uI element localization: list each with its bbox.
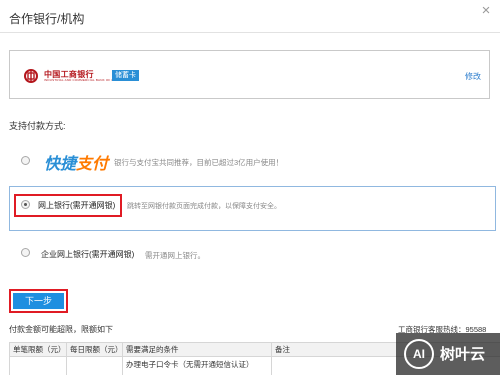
- quickpay-logo-part2: 支付: [76, 156, 109, 173]
- quickpay-logo-part1: 快捷: [44, 156, 77, 173]
- next-button-highlight: 下一步: [9, 289, 68, 313]
- payment-methods-label: 支持付款方式:: [9, 121, 66, 131]
- corporate-banking-label: 企业网上银行(需开通网银): [41, 250, 135, 259]
- corporate-banking-description: 需开通网上银行。: [145, 251, 205, 260]
- quickpay-logo: 快捷支付: [44, 150, 108, 174]
- selected-bank-card: 中国工商银行 INDUSTRIAL AND COMMERCIAL BANK OF…: [9, 50, 490, 99]
- table-cell: 办理电子口令卡（无需开通短信认证）: [122, 356, 272, 375]
- limit-note: 付款金额可能超限，限额如下: [9, 325, 113, 334]
- icbc-logo-icon: [24, 69, 38, 83]
- header-single-limit: 单笔限额（元）: [9, 342, 67, 357]
- bank-english-name: INDUSTRIAL AND COMMERCIAL BANK OF CHINA: [44, 78, 122, 82]
- watermark: AI 树叶云: [396, 333, 500, 375]
- watermark-logo-icon: AI: [404, 339, 434, 369]
- quickpay-description: 银行与支付宝共同推荐，目前已超过3亿用户使用！: [114, 158, 284, 167]
- online-banking-radio[interactable]: [21, 200, 30, 209]
- close-icon[interactable]: ×: [478, 3, 494, 19]
- table-cell: [9, 356, 67, 375]
- quickpay-radio[interactable]: [21, 156, 30, 165]
- header-daily-limit: 每日限额（元）: [66, 342, 123, 357]
- header-conditions: 需要满足的条件: [122, 342, 272, 357]
- corporate-banking-radio[interactable]: [21, 248, 30, 257]
- table-cell: [66, 356, 123, 375]
- edit-bank-link[interactable]: 修改: [465, 71, 481, 82]
- card-type-badge: 储蓄卡: [112, 70, 139, 81]
- online-banking-label: 网上银行(需开通网银): [38, 201, 116, 210]
- dialog-header: 合作银行/机构 ×: [0, 0, 500, 33]
- payment-option-corporate-banking[interactable]: 企业网上银行(需开通网银) 需开通网上银行。: [9, 238, 496, 268]
- watermark-text: 树叶云: [440, 346, 486, 363]
- online-banking-description: 跳转至网银付款页面完成付款，以保障支付安全。: [127, 203, 281, 210]
- payment-option-online-banking[interactable]: 网上银行(需开通网银) 跳转至网银付款页面完成付款，以保障支付安全。: [9, 186, 496, 231]
- next-step-button[interactable]: 下一步: [13, 293, 64, 309]
- payment-option-quickpay[interactable]: 快捷支付 银行与支付宝共同推荐，目前已超过3亿用户使用！: [9, 147, 496, 177]
- dialog-title: 合作银行/机构: [9, 12, 85, 26]
